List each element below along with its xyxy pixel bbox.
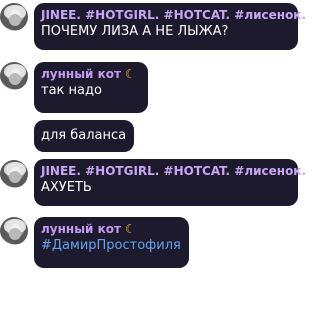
- avatar-jinee[interactable]: [0, 3, 28, 31]
- crescent-moon-icon: ☾: [124, 67, 136, 81]
- avatar-lunny-kot[interactable]: [0, 217, 28, 245]
- avatar-face: [9, 228, 21, 240]
- avatar-face: [9, 14, 21, 26]
- message-text: АХУЕТЬ: [41, 180, 92, 195]
- message-text: для баланса: [41, 128, 127, 143]
- message-author[interactable]: лунный кот ☾: [41, 221, 182, 237]
- message-bubble[interactable]: JINEE. #HOTGIRL. #HOTCAT. #лисенок. АХУЕ…: [34, 159, 306, 206]
- avatar-lunny-kot[interactable]: [0, 62, 28, 90]
- message-author[interactable]: JINEE. #HOTGIRL. #HOTCAT. #лисенок.: [41, 7, 306, 23]
- message-author-name: лунный кот: [41, 67, 121, 81]
- avatar-face: [9, 73, 21, 85]
- message-author[interactable]: JINEE. #HOTGIRL. #HOTCAT. #лисенок.: [41, 163, 306, 179]
- message-author[interactable]: лунный кот ☾: [41, 66, 141, 82]
- message-text: так надо: [41, 83, 102, 98]
- message-bubble[interactable]: лунный кот ☾ так надо: [34, 62, 148, 113]
- avatar-face: [9, 171, 21, 183]
- hashtag-link[interactable]: #ДамирПростофиля: [41, 237, 182, 255]
- message-author-name: лунный кот: [41, 222, 121, 236]
- message-bubble[interactable]: для баланса: [34, 120, 134, 152]
- crescent-moon-icon: ☾: [124, 222, 136, 236]
- message-bubble[interactable]: лунный кот ☾ #ДамирПростофиля: [34, 217, 189, 268]
- message-text: ПОЧЕМУ ЛИЗА А НЕ ЛЫЖА?: [41, 24, 229, 39]
- avatar-jinee[interactable]: [0, 160, 28, 188]
- message-bubble[interactable]: JINEE. #HOTGIRL. #HOTCAT. #лисенок. ПОЧЕ…: [34, 3, 306, 50]
